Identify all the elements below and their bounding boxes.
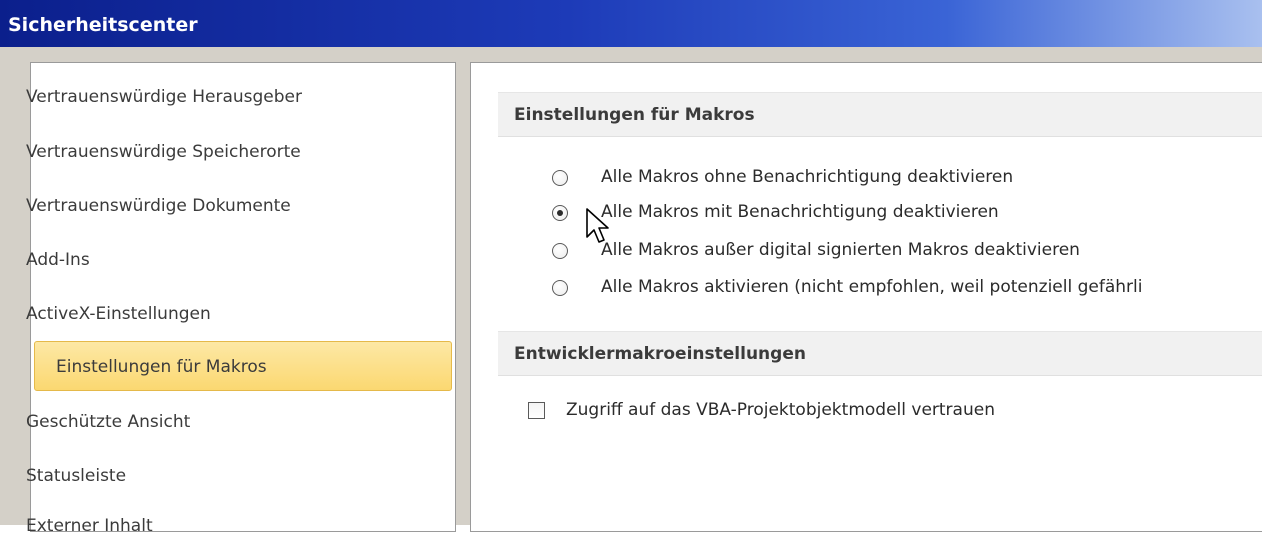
sidebar-item-macro-settings[interactable]: Einstellungen für Makros bbox=[34, 341, 452, 391]
macro-option-label: Alle Makros aktivieren (nicht empfohlen,… bbox=[601, 277, 1143, 297]
macro-settings-header: Einstellungen für Makros bbox=[498, 92, 1262, 137]
developer-settings-header: Entwicklermakroeinstellungen bbox=[498, 331, 1262, 376]
radio-button[interactable] bbox=[552, 280, 568, 296]
radio-button[interactable] bbox=[552, 243, 568, 259]
sidebar-item-external-content[interactable]: Externer Inhalt bbox=[26, 516, 153, 536]
macro-option-label: Alle Makros ohne Benachrichtigung deakti… bbox=[601, 167, 1014, 187]
sidebar-item-trusted-locations[interactable]: Vertrauenswürdige Speicherorte bbox=[26, 142, 301, 162]
macro-settings-header-label: Einstellungen für Makros bbox=[514, 105, 755, 125]
developer-settings-header-label: Entwicklermakroeinstellungen bbox=[514, 344, 806, 364]
radio-button[interactable] bbox=[552, 170, 568, 186]
vba-trust-label: Zugriff auf das VBA-Projektobjektmodell … bbox=[566, 400, 995, 420]
sidebar-item-trusted-documents[interactable]: Vertrauenswürdige Dokumente bbox=[26, 196, 291, 216]
macro-option-label: Alle Makros mit Benachrichtigung deaktiv… bbox=[601, 202, 999, 222]
macro-option-label: Alle Makros außer digital signierten Mak… bbox=[601, 240, 1080, 260]
title-bar: Sicherheitscenter bbox=[0, 0, 1262, 50]
sidebar-item-protected-view[interactable]: Geschützte Ansicht bbox=[26, 412, 190, 432]
radio-button-selected[interactable] bbox=[552, 205, 568, 221]
sidebar-item-trusted-publishers[interactable]: Vertrauenswürdige Herausgeber bbox=[26, 87, 302, 107]
checkbox[interactable] bbox=[528, 402, 545, 419]
window-title: Sicherheitscenter bbox=[8, 14, 198, 36]
sidebar-pane bbox=[30, 62, 456, 532]
sidebar-item-message-bar[interactable]: Statusleiste bbox=[26, 466, 126, 486]
sidebar-item-add-ins[interactable]: Add-Ins bbox=[26, 250, 90, 270]
sidebar-item-activex-settings[interactable]: ActiveX-Einstellungen bbox=[26, 304, 211, 324]
